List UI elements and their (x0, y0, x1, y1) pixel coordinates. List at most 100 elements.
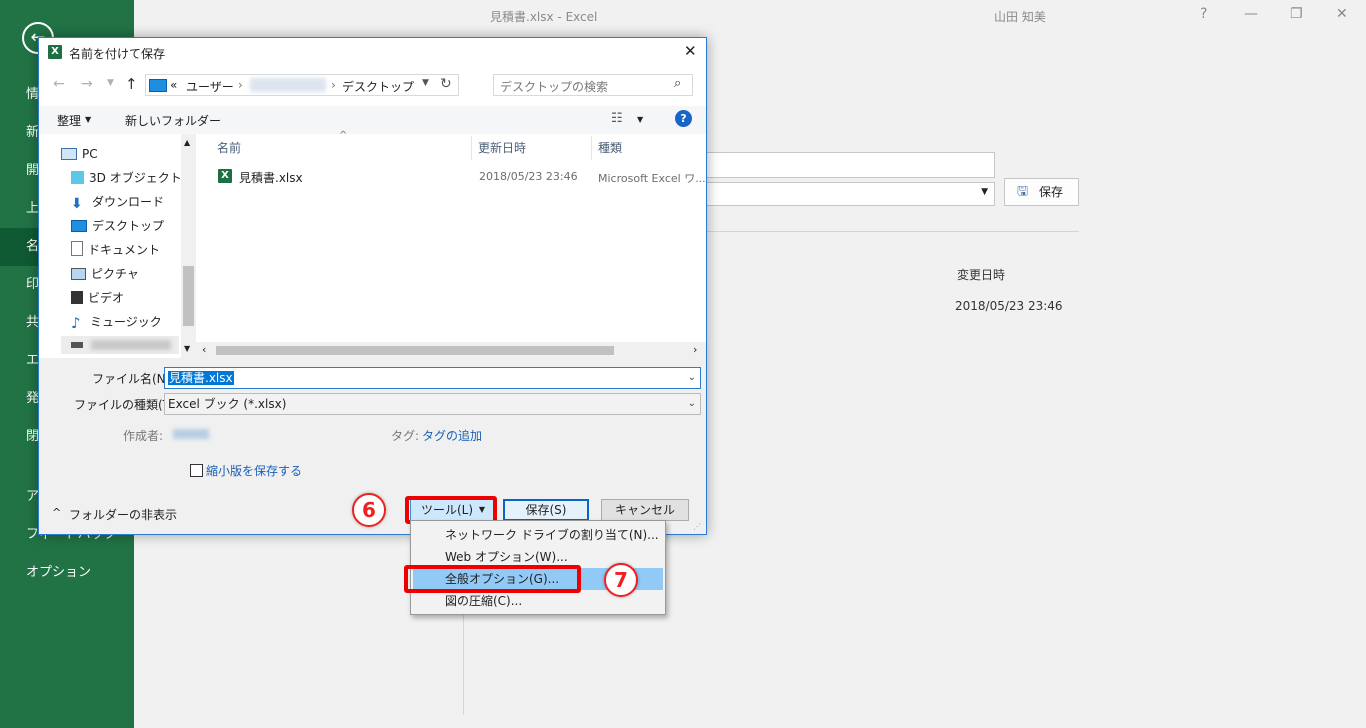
thumbnail-label[interactable]: 縮小版を保存する (206, 462, 302, 479)
breadcrumb-separator[interactable]: › (238, 78, 243, 92)
close-window-icon[interactable]: ✕ (1336, 6, 1348, 22)
chevron-down-icon[interactable]: ▼ (85, 115, 91, 124)
filetype-combo-bg[interactable]: ▼ (700, 182, 995, 206)
chevron-down-icon[interactable]: ▼ (422, 78, 429, 88)
music-icon: ♪ (71, 314, 81, 332)
filename-input[interactable]: 見積書.xlsx ⌄ (164, 367, 701, 389)
drive-icon (71, 342, 83, 348)
filetype-select[interactable]: Excel ブック (*.xlsx) ⌄ (164, 393, 701, 415)
callout-number-6: 6 (352, 493, 386, 527)
document-icon (71, 241, 83, 256)
save-as-dialog: X 名前を付けて保存 ✕ ← → ▼ ↑ « ユーザー › › デスクトップ ▼… (38, 37, 707, 535)
help-icon[interactable]: ? (675, 110, 692, 127)
file-type: Microsoft Excel ワ... (598, 172, 706, 185)
minimize-icon[interactable]: — (1244, 6, 1258, 22)
column-name[interactable]: 名前 (217, 136, 241, 160)
file-list-hscrollbar[interactable]: ‹ › (196, 342, 706, 358)
breadcrumb-separator[interactable]: › (331, 78, 336, 92)
search-box[interactable]: デスクトップの検索 ⌕ (493, 74, 693, 96)
forward-icon[interactable]: → (81, 76, 93, 92)
desktop-icon (71, 220, 87, 232)
column-type[interactable]: 種類 (598, 136, 622, 160)
tree-item-videos[interactable]: ビデオ (71, 286, 124, 310)
file-row[interactable]: X 見積書.xlsx 2018/05/23 23:46 Microsoft Ex… (209, 164, 706, 188)
picture-icon (71, 268, 86, 280)
organize-button[interactable]: 整理 (57, 112, 81, 129)
cube-icon (71, 171, 84, 184)
up-arrow-icon[interactable]: ↑ (125, 75, 138, 93)
blurred-username (250, 78, 326, 92)
column-modified[interactable]: 更新日時 (478, 136, 526, 160)
scroll-left-icon[interactable]: ‹ (202, 343, 206, 356)
new-folder-button[interactable]: 新しいフォルダー (125, 112, 221, 129)
file-name: 見積書.xlsx (239, 171, 303, 185)
breadcrumb-overflow[interactable]: « (170, 78, 177, 92)
pc-icon (61, 148, 77, 160)
tree-item-desktop[interactable]: デスクトップ (71, 214, 164, 238)
save-button[interactable]: 保存(S) (503, 499, 589, 521)
help-icon[interactable]: ? (1200, 6, 1207, 22)
recent-chevron-icon[interactable]: ▼ (107, 78, 114, 88)
backstage-save-label: 保存 (1039, 185, 1064, 199)
backstage-save-button[interactable]: 🖫 保存 (1004, 178, 1079, 206)
menu-item-map-network-drive[interactable]: ネットワーク ドライブの割り当て(N)... (413, 524, 663, 546)
blurred-author (173, 429, 209, 439)
hide-folders-button[interactable]: フォルダーの非表示 (69, 506, 177, 523)
callout-box-general-options (404, 565, 581, 593)
chevron-down-icon[interactable]: ▼ (637, 115, 643, 124)
tags-link[interactable]: タグの追加 (422, 427, 482, 444)
save-disk-icon: 🖫 (1017, 184, 1029, 199)
chevron-down-icon: ▼ (981, 187, 988, 197)
excel-icon: X (48, 45, 62, 59)
download-icon: ⬇ (71, 196, 83, 212)
search-icon[interactable]: ⌕ (674, 76, 681, 91)
back-icon[interactable]: ← (53, 76, 65, 92)
tree-item-music[interactable]: ♪ ミュージック (71, 310, 162, 334)
cancel-button[interactable]: キャンセル (601, 499, 689, 521)
refresh-icon[interactable]: ↻ (440, 76, 452, 92)
blurred-drive-label (91, 340, 171, 350)
divider (707, 231, 1079, 232)
resize-grip-icon[interactable]: ⋰ (693, 522, 701, 531)
tree-scrollbar[interactable]: ▲ ▼ (181, 134, 196, 358)
callout-number-7: 7 (604, 563, 638, 597)
tags-label: タグ: (391, 429, 420, 443)
scroll-right-icon[interactable]: › (693, 343, 697, 356)
tree-item-local-disk[interactable] (61, 336, 179, 354)
scroll-up-icon[interactable]: ▲ (184, 138, 190, 147)
breadcrumb-users[interactable]: ユーザー (186, 78, 234, 95)
filetype-value: Excel ブック (*.xlsx) (168, 397, 287, 411)
tree-item-3d-objects[interactable]: 3D オブジェクト (71, 166, 182, 190)
chevron-up-icon[interactable]: ^ (52, 506, 61, 519)
author-label: 作成者: (123, 429, 164, 443)
tree-item-downloads[interactable]: ⬇ ダウンロード (71, 190, 164, 214)
sidebar-item-options[interactable]: オプション (0, 554, 134, 592)
close-icon[interactable]: ✕ (684, 42, 697, 60)
dialog-toolbar: 整理 ▼ 新しいフォルダー ☷ ▼ ? (39, 106, 706, 134)
column-separator[interactable] (591, 136, 592, 160)
chevron-down-icon[interactable]: ⌄ (688, 394, 696, 414)
filename-value: 見積書.xlsx (168, 371, 234, 385)
restore-icon[interactable]: ❐ (1290, 6, 1303, 22)
thumbnail-checkbox[interactable] (190, 464, 203, 477)
column-separator[interactable] (471, 136, 472, 160)
filename-input-bg[interactable] (700, 152, 995, 178)
scroll-down-icon[interactable]: ▼ (184, 344, 190, 353)
tree-item-pc[interactable]: PC (61, 142, 98, 166)
scroll-thumb[interactable] (216, 346, 614, 355)
search-input[interactable]: デスクトップの検索 (500, 78, 608, 95)
dialog-title: 名前を付けて保存 (69, 47, 166, 61)
view-options-icon[interactable]: ☷ (611, 111, 623, 126)
tree-item-pictures[interactable]: ピクチャ (71, 262, 139, 286)
excel-file-icon: X (218, 169, 232, 183)
file-modified: 2018/05/23 23:46 (479, 170, 578, 183)
desktop-icon (149, 79, 167, 92)
breadcrumb-desktop[interactable]: デスクトップ (342, 78, 414, 95)
tree-item-documents[interactable]: ドキュメント (71, 238, 160, 262)
chevron-down-icon[interactable]: ⌄ (688, 368, 696, 388)
filename-label: ファイル名(N): (92, 372, 175, 386)
address-bar[interactable]: « ユーザー › › デスクトップ ▼ ↻ (145, 74, 459, 96)
user-name[interactable]: 山田 知美 (994, 8, 1046, 25)
sort-arrow-icon: ^ (339, 130, 348, 141)
scroll-thumb[interactable] (183, 266, 194, 326)
